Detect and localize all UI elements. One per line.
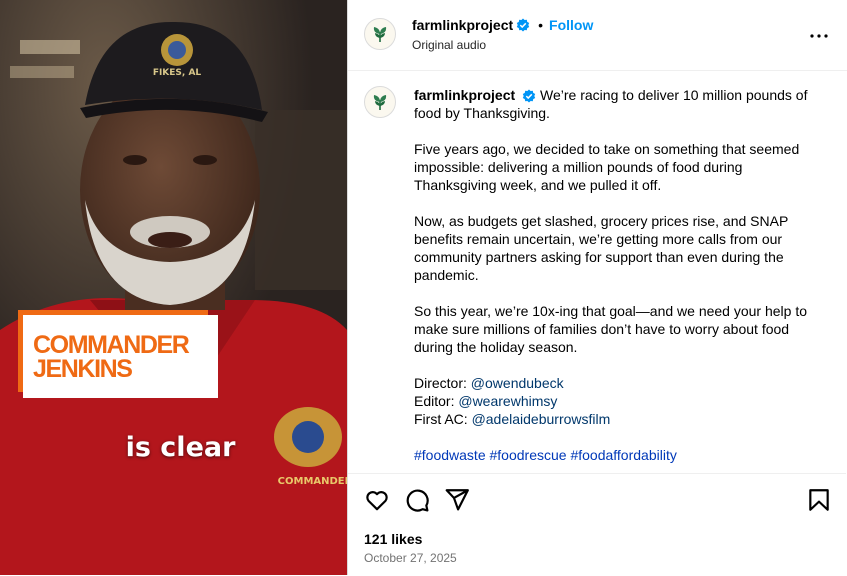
share-icon[interactable] [444,487,470,513]
lower-third-line2: JENKINS [33,354,133,383]
video-subtitle: is clear [0,432,347,463]
audio-label[interactable]: Original audio [412,38,486,52]
video-player[interactable]: FIKES, AL COMMANDER COMMANDER JENKINS is… [0,0,347,575]
avatar[interactable] [364,86,396,118]
save-icon[interactable] [806,487,832,513]
post-viewer: FIKES, AL COMMANDER COMMANDER JENKINS is… [0,0,847,575]
caption-paragraph: So this year, we’re 10x-ing that goal—an… [414,303,808,355]
like-count[interactable]: 121 likes [364,531,422,547]
separator-dot: • [538,17,544,33]
cap-text: FIKES, AL [153,68,202,78]
caption-paragraph: Now, as budgets get slashed, grocery pri… [414,213,789,283]
hashtag-link[interactable]: #foodrescue [490,447,567,463]
caption-username[interactable]: farmlinkproject [414,87,515,103]
name-lower-third: COMMANDER JENKINS [18,310,218,398]
hashtag-link[interactable]: #foodaffordability [570,447,676,463]
heart-icon[interactable] [364,487,390,513]
credit-handle[interactable]: @owendubeck [471,375,564,391]
farmlink-logo-icon [373,95,387,110]
credit-role: Editor: [414,393,455,409]
post-side-panel: farmlinkproject • Follow Original audio [347,0,847,575]
credit-handle[interactable]: @adelaideburrowsfilm [472,411,611,427]
subtitle-text: is clear [125,432,236,463]
credit-role: First AC: [414,411,468,427]
hashtag-link[interactable]: #foodwaste [414,447,486,463]
credit-role: Director: [414,375,467,391]
caption-paragraph: Five years ago, we decided to take on so… [414,141,800,193]
patch-text: COMMANDER [278,476,347,487]
action-bar: 121 likes October 27, 2025 [348,473,846,576]
more-options-icon[interactable] [807,24,831,48]
credits: Director: @owendubeck Editor: @wearewhim… [414,374,814,428]
caption-paragraph: farmlinkproject We’re racing to deliver … [414,86,814,122]
hashtags: #foodwaste #foodrescue #foodaffordabilit… [414,446,814,464]
lower-third-card: COMMANDER JENKINS [23,315,218,398]
lower-third-line1: COMMANDER [33,330,190,359]
farmlink-logo-icon [373,27,387,42]
verified-badge-icon [522,89,536,103]
credit-handle[interactable]: @wearewhimsy [458,393,557,409]
post-header: farmlinkproject • Follow Original audio [348,0,847,71]
post-caption: farmlinkproject We’re racing to deliver … [414,86,814,473]
header-username[interactable]: farmlinkproject [412,17,513,33]
verified-badge-icon [516,18,530,32]
video-frame: FIKES, AL COMMANDER [0,0,347,575]
comment-icon[interactable] [404,487,430,513]
caption-section: farmlinkproject We’re racing to deliver … [348,71,846,473]
post-date[interactable]: October 27, 2025 [364,551,457,565]
follow-button[interactable]: Follow [549,17,593,33]
header-user-row: farmlinkproject • Follow [412,17,593,33]
avatar[interactable] [364,18,396,50]
